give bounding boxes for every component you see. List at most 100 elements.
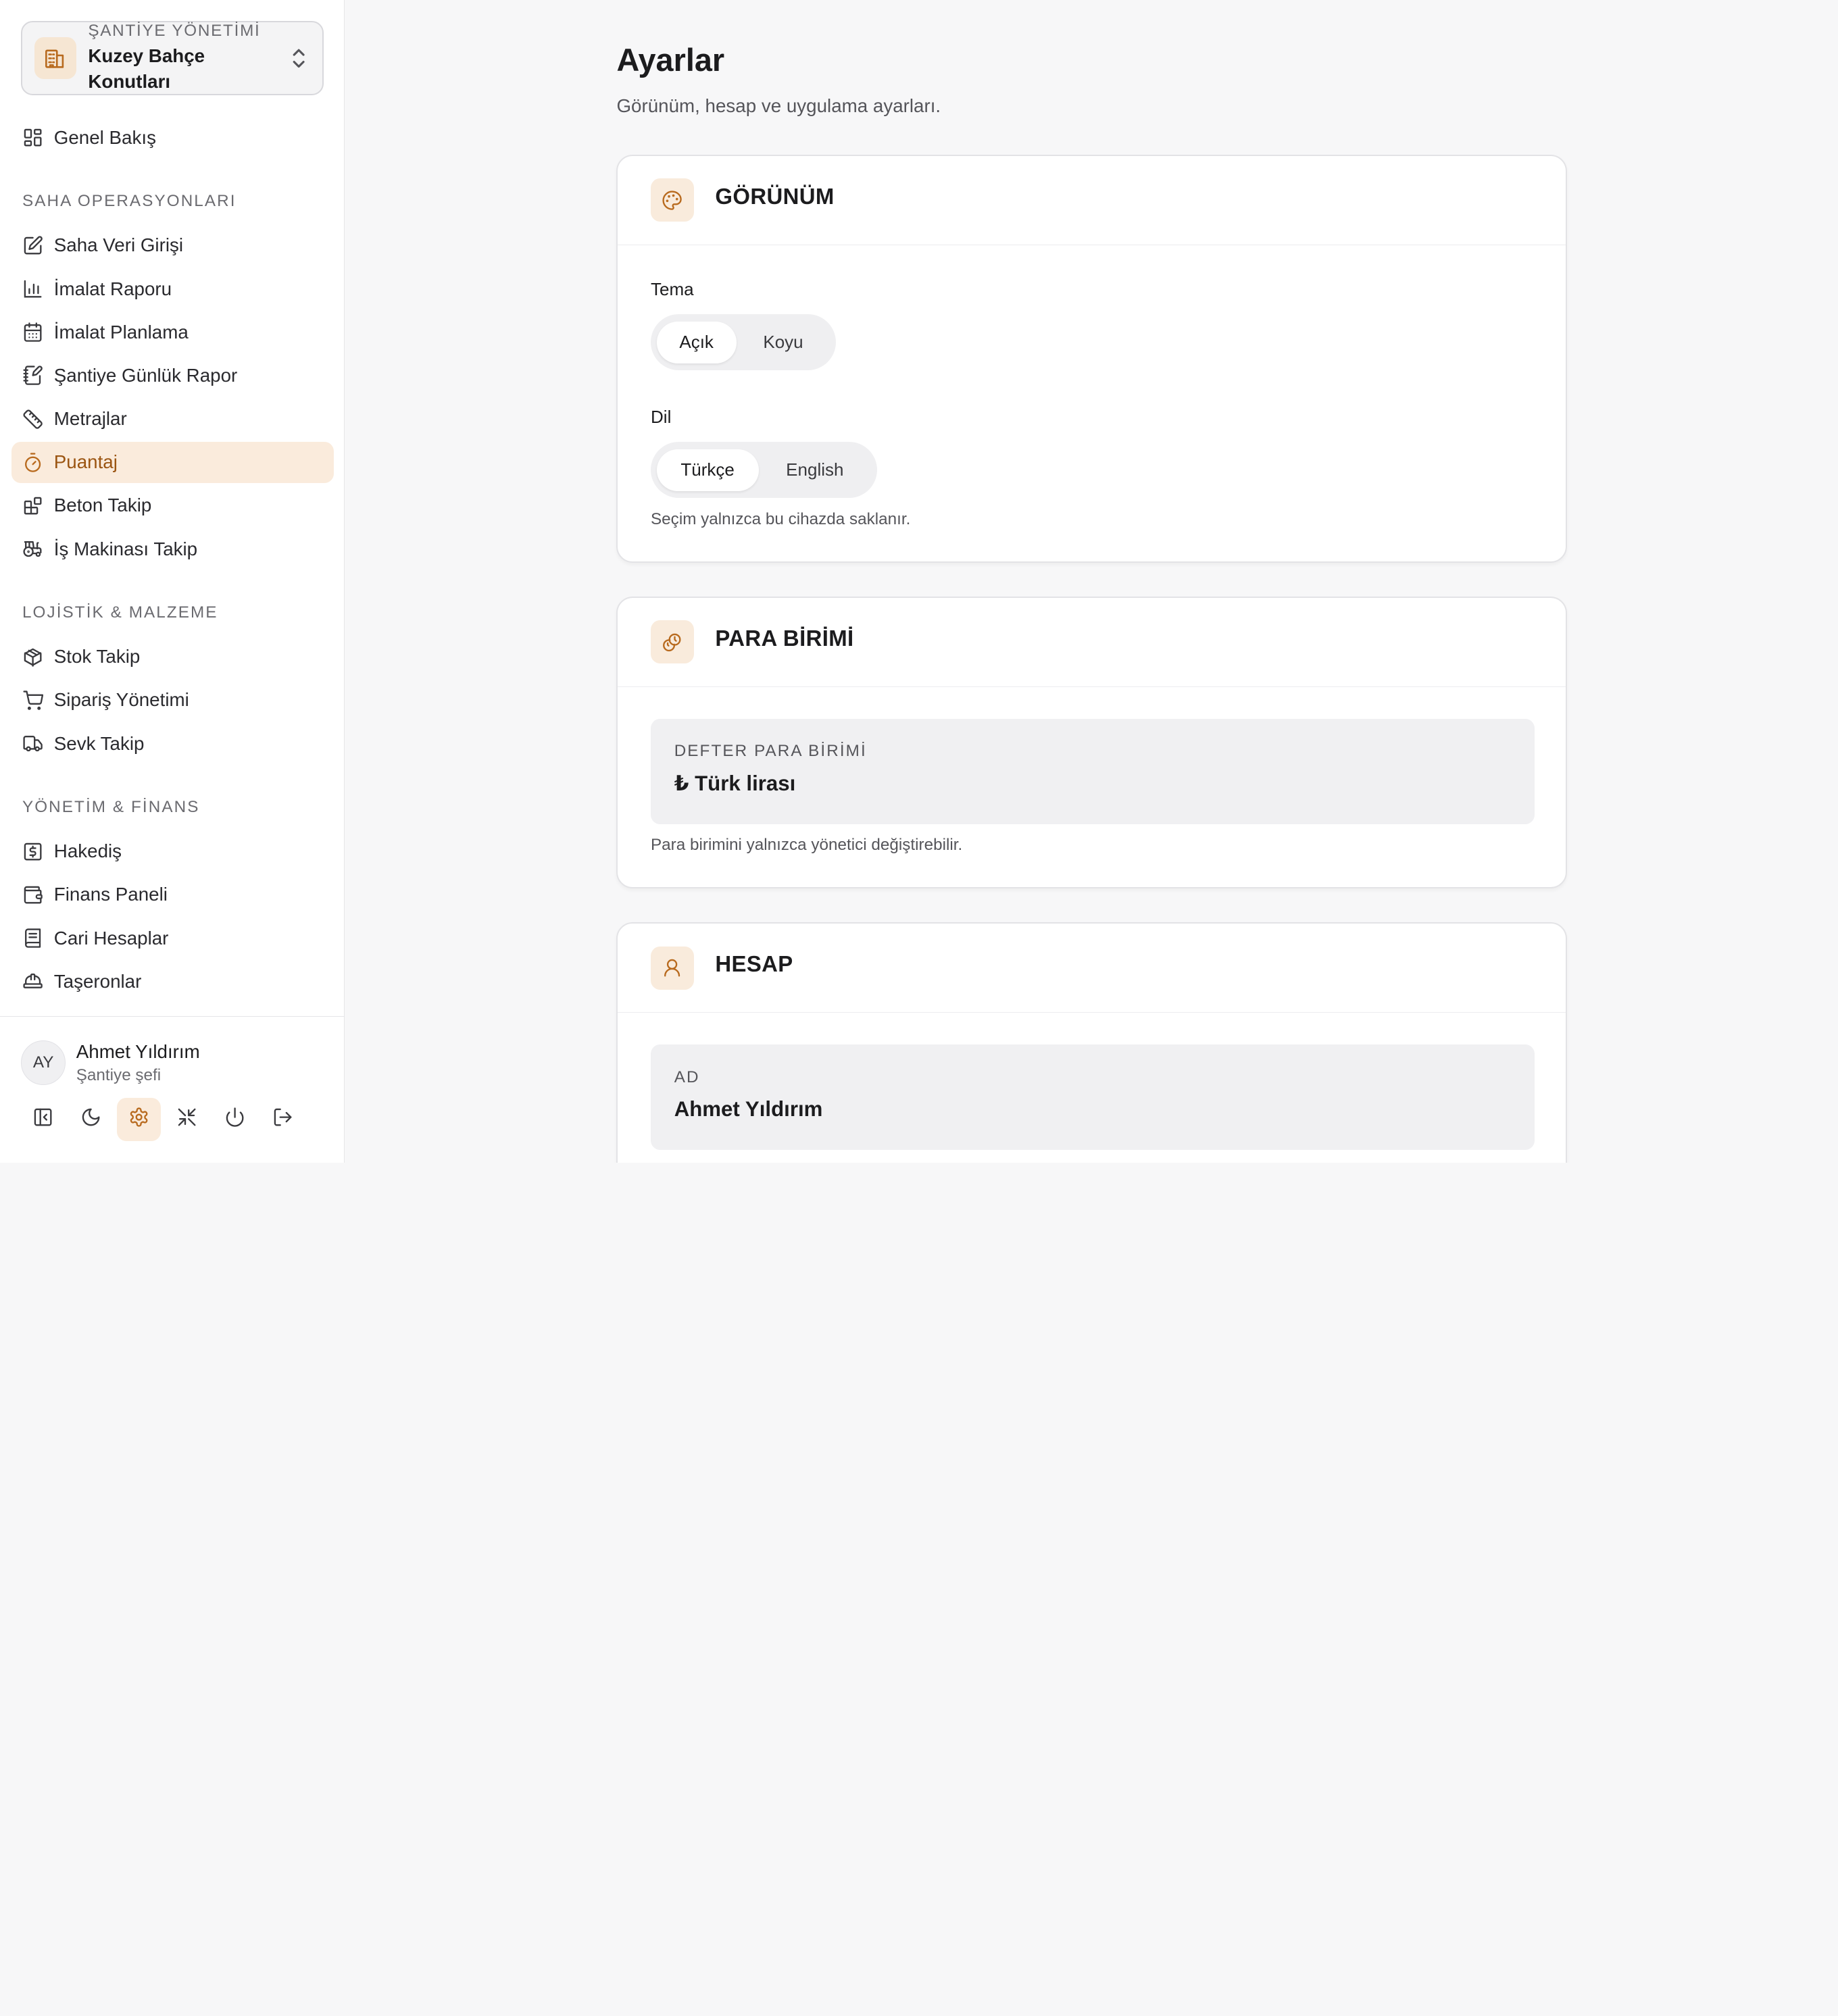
palette-icon	[651, 178, 695, 222]
page-subtitle: Görünüm, hesap ve uygulama ayarları.	[616, 95, 941, 116]
sidebar-item-order-management[interactable]: Sipariş Yönetimi	[11, 680, 334, 721]
site-switcher[interactable]: ŞANTİYE YÖNETİMİ Kuzey Bahçe Konutları	[21, 21, 324, 95]
card-title: PARA BİRİMİ	[715, 626, 854, 651]
user-role: Şantiye şefi	[76, 1065, 162, 1084]
appearance-hint: Seçim yalnızca bu cihazda saklanır.	[651, 509, 911, 528]
section-title-field-ops: SAHA OPERASYONLARI	[22, 192, 237, 211]
sidebar-item-current-accounts[interactable]: Cari Hesaplar	[11, 917, 334, 959]
user-name: Ahmet Yıldırım	[76, 1041, 200, 1063]
appearance-card: GÖRÜNÜM Tema Açık Koyu Dil Türkçe Englis…	[616, 154, 1568, 563]
bar-chart-icon	[21, 277, 45, 301]
receipt-dollar-icon	[21, 840, 45, 863]
field-label: AD	[674, 1067, 700, 1086]
theme-segmented-control: Açık Koyu	[651, 314, 837, 371]
language-segmented-control: Türkçe English	[651, 442, 877, 499]
coins-icon	[651, 620, 695, 664]
sidebar-nav: Genel Bakış SAHA OPERASYONLARI Saha Veri…	[0, 113, 344, 1016]
site-name: Kuzey Bahçe Konutları	[88, 45, 205, 93]
building-icon	[34, 36, 76, 80]
notebook-pen-icon	[21, 364, 45, 388]
sidebar-item-label: İş Makinası Takip	[53, 538, 198, 559]
settings-button[interactable]	[117, 1097, 161, 1141]
page-title: Ayarlar	[616, 43, 725, 78]
sidebar-item-label: Beton Takip	[53, 495, 152, 516]
calendar-icon	[21, 320, 45, 344]
sidebar-item-label: Saha Veri Girişi	[53, 234, 184, 256]
sidebar-item-label: Stok Takip	[53, 646, 141, 667]
sidebar-item-daily-report[interactable]: Şantiye Günlük Rapor	[11, 355, 334, 397]
language-option-turkish[interactable]: Türkçe	[656, 449, 759, 492]
theme-option-light[interactable]: Açık	[656, 321, 737, 363]
card-header: HESAP	[618, 924, 1566, 1013]
logout-icon	[272, 1107, 293, 1132]
shrink-icon	[176, 1107, 197, 1132]
card-title: HESAP	[715, 951, 793, 977]
language-option-english[interactable]: English	[759, 449, 872, 491]
grid-icon	[21, 126, 45, 149]
footer-toolbar	[21, 1097, 305, 1141]
compact-view-button[interactable]	[166, 1098, 209, 1141]
blocks-icon	[21, 494, 45, 518]
power-icon	[224, 1107, 245, 1132]
chevrons-up-down-icon	[289, 47, 308, 70]
field-label: DEFTER PARA BİRİMİ	[674, 742, 867, 761]
section-title-management: YÖNETİM & FİNANS	[22, 798, 200, 817]
hard-hat-icon	[21, 969, 45, 993]
sidebar-item-label: Cari Hesaplar	[53, 927, 169, 949]
account-name-field: AD Ahmet Yıldırım	[651, 1044, 1535, 1150]
sidebar-footer: AY Ahmet Yıldırım Şantiye şefi	[0, 1015, 345, 1163]
edit-icon	[21, 234, 45, 257]
settings-page: Ayarlar Görünüm, hesap ve uygulama ayarl…	[345, 0, 1838, 1163]
avatar[interactable]: AY	[21, 1040, 66, 1085]
sidebar-item-production-report[interactable]: İmalat Raporu	[11, 268, 334, 309]
card-header: GÖRÜNÜM	[618, 156, 1566, 245]
logout-button[interactable]	[262, 1098, 305, 1141]
collapse-sidebar-button[interactable]	[21, 1098, 64, 1141]
card-header: PARA BİRİMİ	[618, 598, 1566, 687]
moon-icon	[80, 1107, 101, 1132]
theme-toggle-button[interactable]	[69, 1098, 112, 1141]
sidebar-item-label: Puantaj	[53, 451, 118, 473]
currency-hint: Para birimini yalnızca yönetici değiştir…	[651, 836, 963, 855]
tractor-icon	[21, 537, 45, 561]
sidebar-item-label: Hakediş	[53, 840, 122, 862]
theme-option-dark[interactable]: Koyu	[737, 322, 830, 363]
sidebar-item-timesheet[interactable]: Puantaj	[11, 441, 334, 483]
sidebar-item-quantities[interactable]: Metrajlar	[11, 399, 334, 440]
wallet-icon	[21, 883, 45, 907]
sidebar-item-label: İmalat Planlama	[53, 321, 189, 343]
section-title-logistics: LOJİSTİK & MALZEME	[22, 603, 218, 622]
field-value: Ahmet Yıldırım	[674, 1097, 823, 1121]
sidebar-item-subcontractors[interactable]: Taşeronlar	[11, 961, 334, 1002]
sidebar-item-field-data-entry[interactable]: Saha Veri Girişi	[11, 225, 334, 266]
ledger-currency-field: DEFTER PARA BİRİMİ ₺ Türk lirası	[651, 718, 1535, 824]
sidebar-item-concrete-tracking[interactable]: Beton Takip	[11, 485, 334, 526]
field-value: ₺ Türk lirası	[674, 771, 796, 795]
theme-label: Tema	[651, 279, 694, 300]
language-label: Dil	[651, 407, 672, 428]
sidebar-item-label: Taşeronlar	[53, 970, 142, 992]
sidebar-item-label: Genel Bakış	[53, 126, 156, 148]
cart-icon	[21, 688, 45, 712]
power-button[interactable]	[214, 1098, 257, 1141]
user-icon	[651, 946, 695, 990]
account-card: HESAP AD Ahmet Yıldırım	[616, 922, 1568, 1163]
truck-icon	[21, 732, 45, 755]
sidebar-item-label: Finans Paneli	[53, 884, 168, 905]
sidebar-item-label: İmalat Raporu	[53, 278, 172, 299]
sidebar-item-progress-payment[interactable]: Hakediş	[11, 831, 334, 872]
sidebar-item-machinery-tracking[interactable]: İş Makinası Takip	[11, 528, 334, 570]
sidebar: ŞANTİYE YÖNETİMİ Kuzey Bahçe Konutları G…	[0, 0, 345, 1163]
sidebar-item-label: Şantiye Günlük Rapor	[53, 364, 238, 386]
sidebar-item-label: Sevk Takip	[53, 732, 145, 754]
ruler-icon	[21, 407, 45, 431]
app-root: ŞANTİYE YÖNETİMİ Kuzey Bahçe Konutları G…	[0, 0, 1838, 1163]
sidebar-item-label: Metrajlar	[53, 408, 127, 430]
sidebar-item-finance-panel[interactable]: Finans Paneli	[11, 874, 334, 915]
sidebar-item-overview[interactable]: Genel Bakış	[11, 117, 334, 158]
sidebar-item-shipment-tracking[interactable]: Sevk Takip	[11, 723, 334, 764]
card-title: GÖRÜNÜM	[715, 184, 835, 209]
sidebar-item-stock-tracking[interactable]: Stok Takip	[11, 636, 334, 678]
sidebar-item-production-planning[interactable]: İmalat Planlama	[11, 311, 334, 353]
ledger-icon	[21, 926, 45, 950]
